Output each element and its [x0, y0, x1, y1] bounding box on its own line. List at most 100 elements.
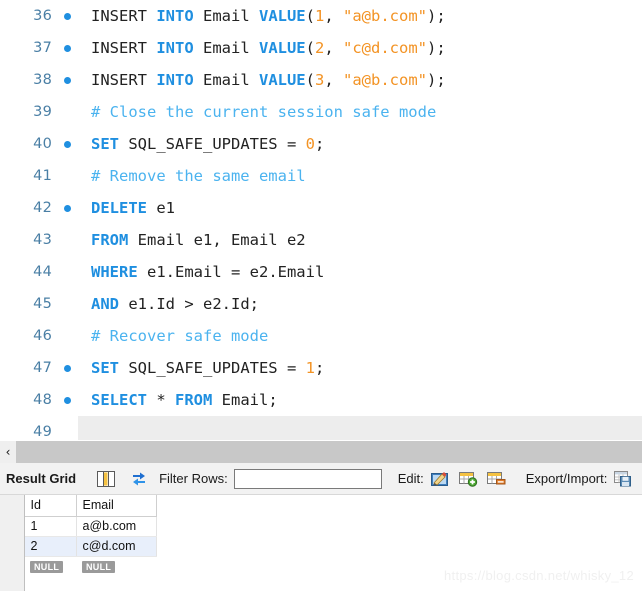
code-token-lit: 3 [315, 71, 325, 89]
code-token-plain: ); [427, 39, 446, 57]
code-token-plain: e1 [147, 199, 175, 217]
edit-pencil-icon[interactable] [429, 468, 451, 490]
code-token-kw: WHERE [91, 263, 138, 281]
statement-marker[interactable] [56, 224, 78, 256]
statement-marker[interactable] [56, 0, 78, 32]
code-token-plain: , [324, 71, 344, 89]
code-text-wrapper[interactable]: SET SQL_SAFE_UPDATES = 0; [78, 128, 642, 160]
code-line[interactable]: 37 INSERT INTO Email VALUE(2, "c@d.com"); [0, 32, 642, 64]
code-token-kw: SET [91, 135, 119, 153]
new-row-cell-id[interactable]: NULL [24, 556, 76, 576]
statement-marker[interactable] [56, 160, 78, 192]
statement-marker[interactable] [56, 352, 78, 384]
cell-id[interactable]: 2 [24, 536, 77, 557]
code-token-plain: ); [427, 7, 446, 25]
code-line[interactable]: 49 [0, 416, 642, 440]
code-text-wrapper[interactable]: # Remove the same email [78, 160, 642, 192]
cell-email[interactable]: a@b.com [76, 516, 157, 537]
statement-marker[interactable] [56, 384, 78, 416]
scrollbar-track[interactable] [16, 441, 642, 463]
statement-marker[interactable] [56, 288, 78, 320]
line-number-gutter: 48 [0, 384, 56, 416]
statement-bullet-icon [63, 44, 71, 52]
cell-id[interactable]: 1 [24, 516, 77, 537]
cell-email[interactable]: c@d.com [76, 536, 157, 557]
code-token-plain: ); [427, 71, 446, 89]
result-grid-toolbar[interactable]: Result Grid Filter Rows: Edit: Export/Im… [0, 463, 642, 495]
code-token-kw: INTO [156, 39, 194, 57]
code-text-wrapper[interactable]: INSERT INTO Email VALUE(1, "a@b.com"); [78, 0, 642, 32]
code-token-comment: # Close the current session safe mode [91, 103, 437, 121]
code-token-plain: ; [314, 135, 325, 153]
column-header-id[interactable]: Id [24, 495, 77, 517]
statement-marker[interactable] [56, 256, 78, 288]
code-text-wrapper[interactable]: FROM Email e1, Email e2 [78, 224, 642, 256]
code-line[interactable]: 41 # Remove the same email [0, 160, 642, 192]
code-text-wrapper[interactable]: INSERT INTO Email VALUE(3, "a@b.com"); [78, 64, 642, 96]
code-line[interactable]: 43 FROM Email e1, Email e2 [0, 224, 642, 256]
code-token-plain: Email [193, 39, 259, 57]
new-row-cell-email[interactable]: NULL [76, 556, 156, 576]
code-line[interactable]: 44 WHERE e1.Email = e2.Email [0, 256, 642, 288]
code-line[interactable]: 40 SET SQL_SAFE_UPDATES = 0; [0, 128, 642, 160]
code-line[interactable]: 48 SELECT * FROM Email; [0, 384, 642, 416]
code-text-wrapper[interactable]: SET SQL_SAFE_UPDATES = 1; [78, 352, 642, 384]
export-recordset-icon[interactable] [612, 468, 634, 490]
code-text: INSERT INTO Email VALUE(1, "a@b.com"); [91, 0, 446, 32]
code-text: INSERT INTO Email VALUE(2, "c@d.com"); [91, 32, 446, 64]
line-number-gutter: 37 [0, 32, 56, 64]
code-text-wrapper[interactable]: AND e1.Id > e2.Id; [78, 288, 642, 320]
code-token-plain: INSERT [91, 7, 157, 25]
code-token-plain: Email [193, 71, 259, 89]
code-lines-container[interactable]: 36 INSERT INTO Email VALUE(1, "a@b.com");… [0, 0, 642, 440]
code-text: AND e1.Id > e2.Id; [91, 288, 259, 320]
code-token-kw: AND [91, 295, 119, 313]
code-text: SET SQL_SAFE_UPDATES = 1; [91, 352, 324, 384]
code-text: SELECT * FROM Email; [91, 384, 278, 416]
collapse-chevron-icon[interactable]: ‹ [0, 441, 16, 463]
statement-marker[interactable] [56, 192, 78, 224]
code-text-wrapper[interactable]: INSERT INTO Email VALUE(2, "c@d.com"); [78, 32, 642, 64]
statement-marker[interactable] [56, 416, 78, 440]
code-line[interactable]: 47 SET SQL_SAFE_UPDATES = 1; [0, 352, 642, 384]
line-number-gutter: 46 [0, 320, 56, 352]
code-line[interactable]: 38 INSERT INTO Email VALUE(3, "a@b.com"); [0, 64, 642, 96]
code-token-comment: # Recover safe mode [91, 327, 269, 345]
statement-marker[interactable] [56, 96, 78, 128]
statement-marker[interactable] [56, 64, 78, 96]
code-text-wrapper[interactable]: SELECT * FROM Email; [78, 384, 642, 416]
code-text: # Remove the same email [91, 160, 306, 192]
sql-editor[interactable]: 36 INSERT INTO Email VALUE(1, "a@b.com");… [0, 0, 642, 440]
code-text-wrapper[interactable]: DELETE e1 [78, 192, 642, 224]
code-line[interactable]: 39 # Close the current session safe mode [0, 96, 642, 128]
code-line[interactable]: 36 INSERT INTO Email VALUE(1, "a@b.com"); [0, 0, 642, 32]
code-token-lit: 0 [305, 135, 315, 153]
code-token-lit: "c@d.com" [343, 39, 428, 57]
statement-bullet-icon [63, 396, 71, 404]
filter-rows-input[interactable] [233, 468, 382, 489]
delete-row-icon[interactable] [485, 468, 507, 490]
code-text-wrapper[interactable] [78, 416, 642, 440]
code-text-wrapper[interactable]: # Recover safe mode [78, 320, 642, 352]
code-text-wrapper[interactable]: WHERE e1.Email = e2.Email [78, 256, 642, 288]
code-line[interactable]: 46 # Recover safe mode [0, 320, 642, 352]
code-line[interactable]: 42 DELETE e1 [0, 192, 642, 224]
result-grid-area[interactable]: Id Email 1a@b.com2c@d.com✱NULLNULL [0, 495, 642, 591]
code-line[interactable]: 45 AND e1.Id > e2.Id; [0, 288, 642, 320]
line-number: 39 [33, 104, 52, 120]
refresh-icon[interactable] [128, 468, 150, 490]
insert-row-icon[interactable] [457, 468, 479, 490]
column-header-email[interactable]: Email [76, 495, 157, 517]
code-token-plain: SQL_SAFE_UPDATES = [119, 135, 306, 153]
null-badge: NULL [82, 561, 116, 574]
line-number: 37 [33, 40, 52, 56]
statement-marker[interactable] [56, 128, 78, 160]
editor-horizontal-scrollbar[interactable]: ‹ [0, 440, 642, 463]
statement-marker[interactable] [56, 320, 78, 352]
grid-view-icon[interactable] [95, 468, 117, 490]
statement-bullet-icon [63, 140, 71, 148]
statement-marker[interactable] [56, 32, 78, 64]
code-text: INSERT INTO Email VALUE(3, "a@b.com"); [91, 64, 446, 96]
line-number-gutter: 40 [0, 128, 56, 160]
code-text-wrapper[interactable]: # Close the current session safe mode [78, 96, 642, 128]
